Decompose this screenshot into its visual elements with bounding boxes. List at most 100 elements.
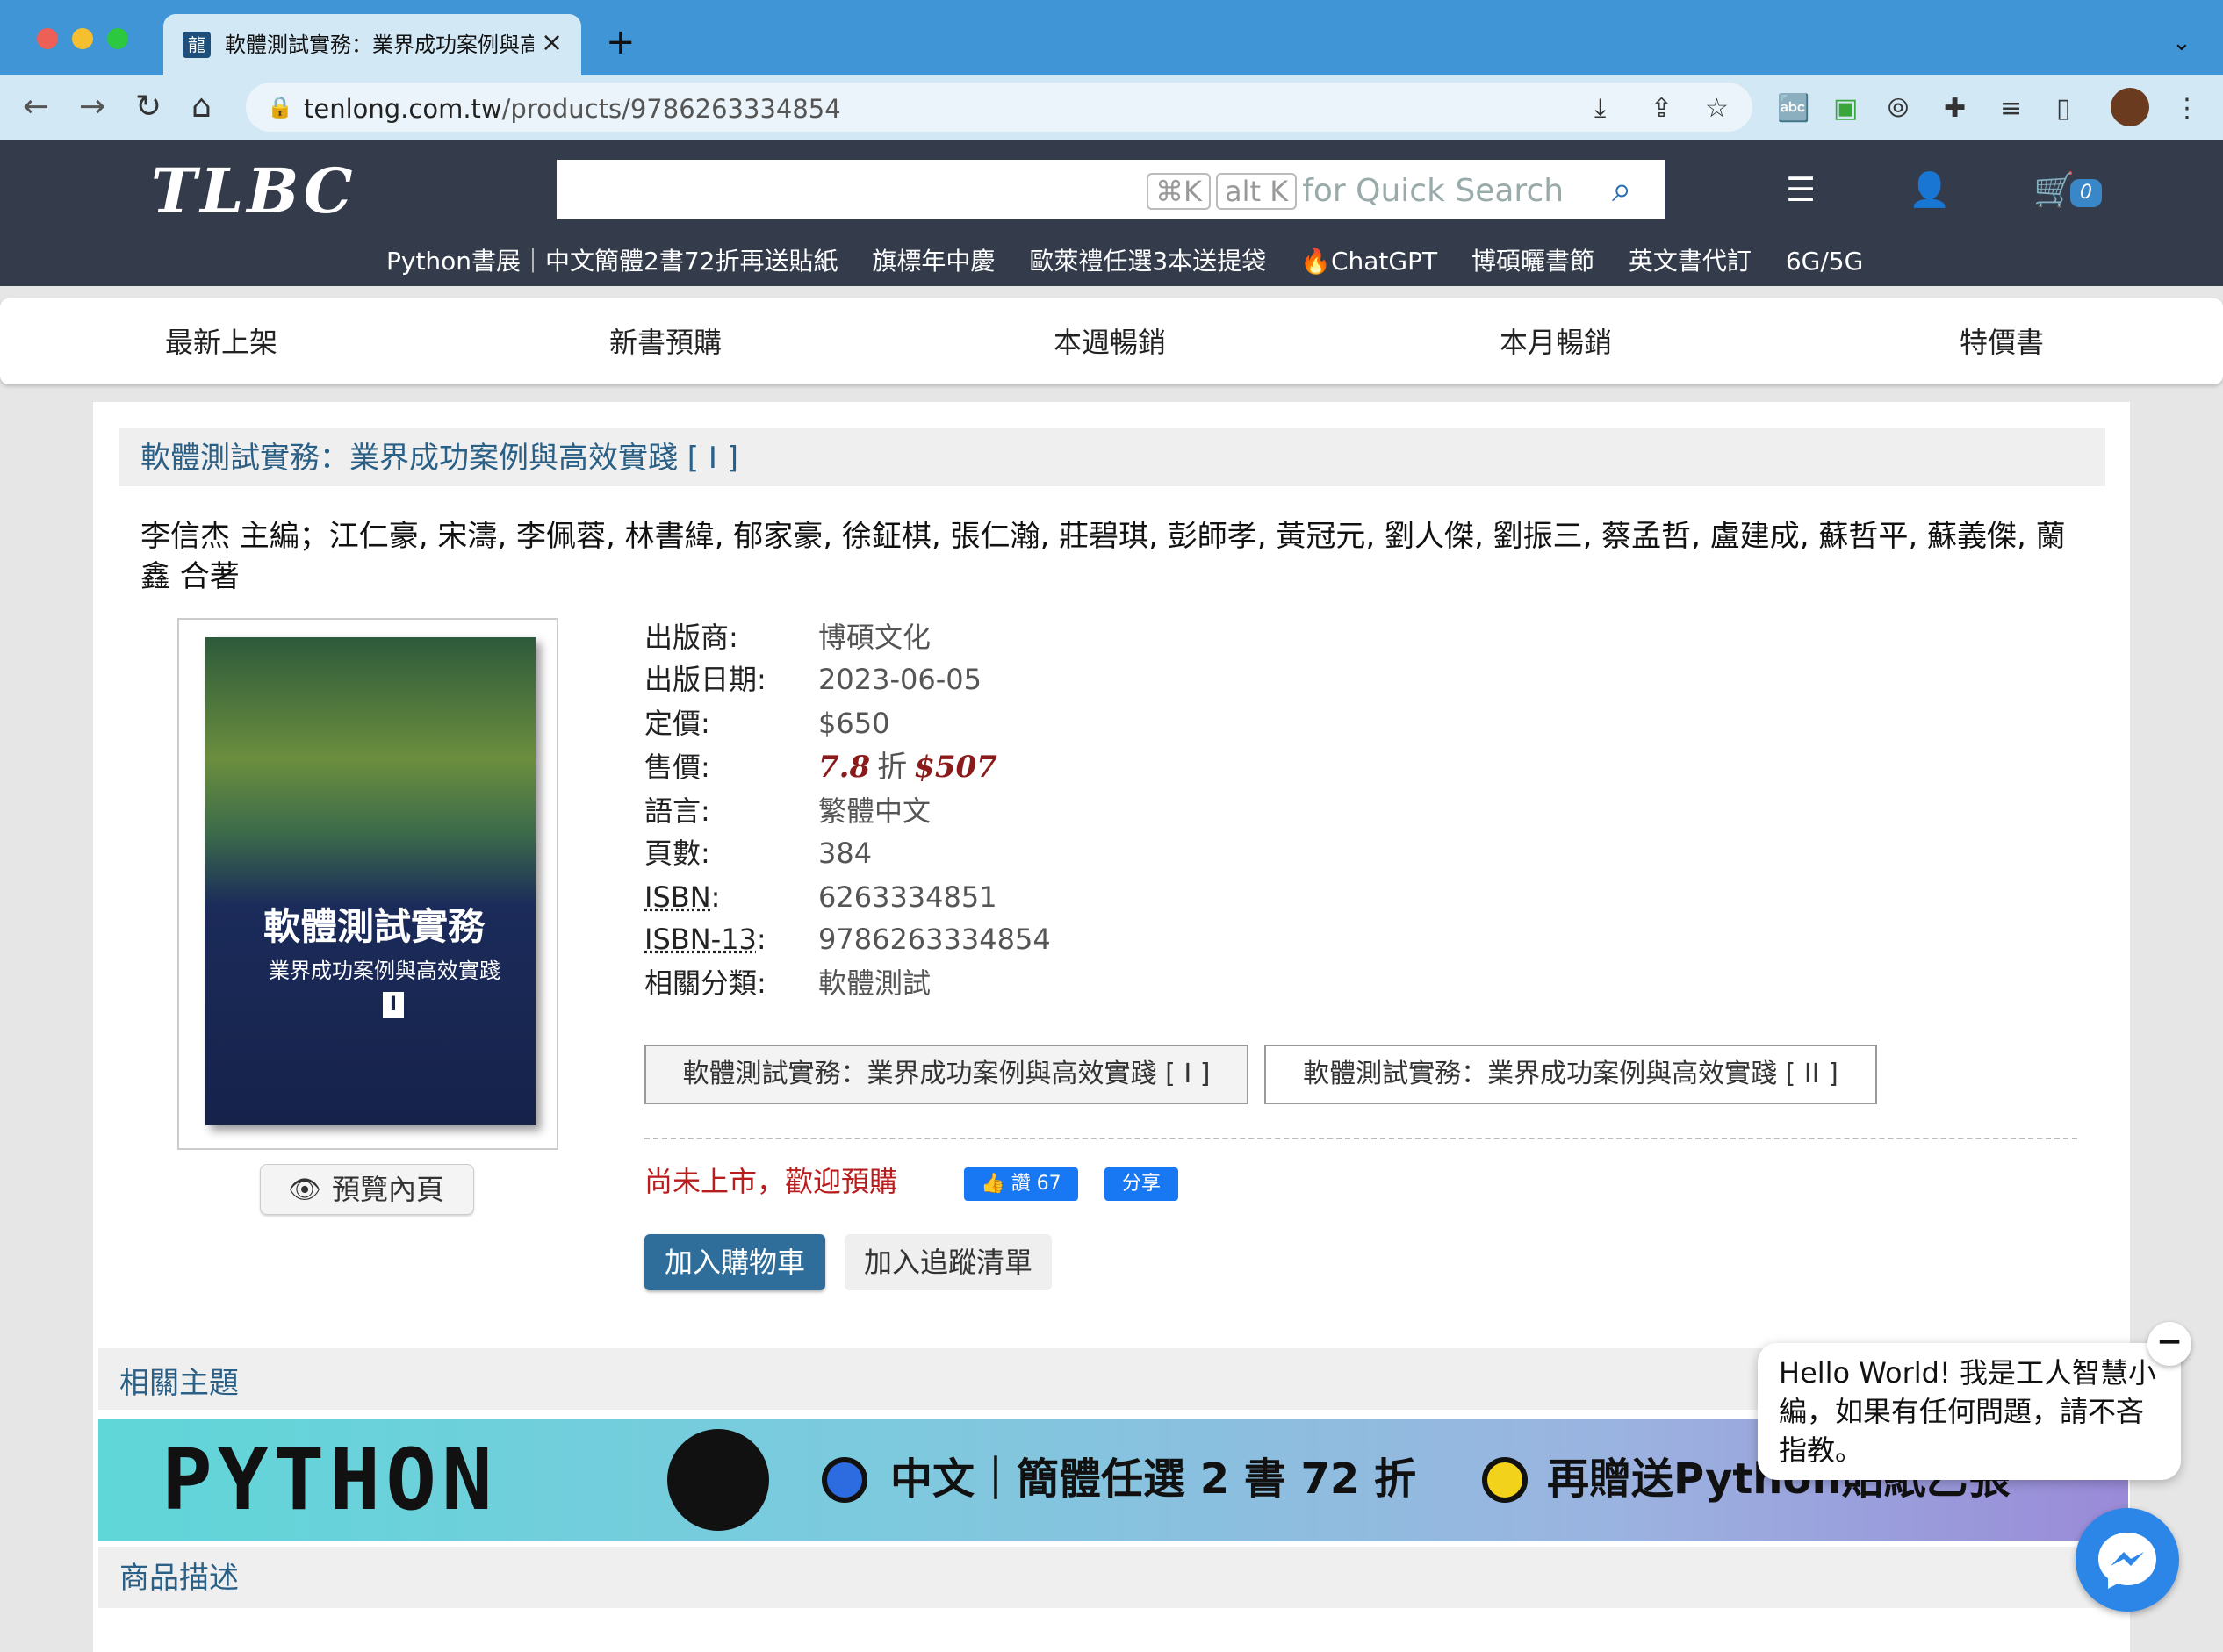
add-to-cart-button[interactable]: 加入購物車 [644,1234,825,1290]
share-icon[interactable]: ⇪ [1651,91,1673,126]
add-to-wishlist-button[interactable]: 加入追蹤清單 [845,1234,1052,1290]
banner-blue-dot-icon [822,1457,867,1503]
promo-link-drmaster[interactable]: 博碩曬書節 [1471,247,1594,276]
isbn-value: 6263334851 [818,880,997,914]
description-section-title: 商品描述 [119,1561,239,1596]
nav-specials[interactable]: 特價書 [1960,323,2044,362]
bookmark-star-icon[interactable]: ☆ [1705,91,1729,126]
nav-weekly-bestsellers[interactable]: 本週暢銷 [1054,323,1166,362]
cart-count-badge[interactable]: 0 [2070,179,2102,207]
site-logo[interactable]: TLBC [151,156,406,226]
side-panel-icon[interactable]: ▯ [2056,91,2071,126]
tab-search-chevron-icon[interactable]: ⌄ [2172,30,2191,56]
media-queue-icon[interactable]: ≡ [2000,91,2022,126]
preview-label: 預覽內頁 [332,1173,445,1206]
date-value: 2023-06-05 [818,663,982,696]
product-authors: 李信杰 主編；江仁豪, 宋濤, 李佩蓉, 林書緯, 郁家豪, 徐鉦棋, 張仁瀚,… [140,519,2066,594]
python-snake-icon [667,1429,769,1531]
pages-label: 頁數: [644,837,710,870]
nav-new-arrivals[interactable]: 最新上架 [165,323,277,362]
back-arrow-icon[interactable]: ← [23,88,49,126]
url-host: tenlong.com.tw [304,94,502,124]
window-close-button[interactable] [37,28,58,49]
language-label: 語言: [644,794,710,828]
description-section-bar [98,1547,2128,1608]
green-extension-icon[interactable]: ▣ [1833,91,1858,126]
volume-2-button[interactable]: 軟體測試實務：業界成功案例與高效實踐 [ II ] [1264,1045,1877,1104]
search-icon[interactable]: ⌕ [1612,170,1631,209]
category-label: 相關分類: [644,966,766,1000]
new-tab-button[interactable]: + [606,23,636,61]
window-minimize-button[interactable] [72,28,93,49]
browser-menu-icon[interactable]: ⋮ [2174,91,2200,126]
nav-monthly-bestsellers[interactable]: 本月暢銷 [1500,323,1612,362]
tab-title: 軟體測試實務：業界成功案例與高效實踐 [225,32,534,57]
product-title: 軟體測試實務：業界成功案例與高效實踐 [ I ] [140,441,738,476]
isbn13-label: ISBN-13: [644,923,766,956]
home-icon[interactable]: ⌂ [191,88,212,126]
nav-preorder[interactable]: 新書預購 [609,323,722,362]
date-label: 出版日期: [644,663,766,696]
code-extension-icon[interactable]: ⦾ [1888,91,1909,126]
sale-price-label: 售價: [644,751,710,784]
discount-unit: 折 [877,750,908,785]
install-icon[interactable]: ⤓ [1594,91,1606,126]
menu-list-icon[interactable]: ☰ [1786,170,1816,209]
pages-value: 384 [818,837,873,870]
cover-subtitle: 業界成功案例與高效實踐 [269,959,500,983]
related-section-title: 相關主題 [119,1366,239,1401]
eye-icon: 👁 [288,1174,322,1205]
hint-key-cmd: ⌘K [1147,173,1211,210]
promo-link-python[interactable]: Python書展｜中文簡體2書72折再送貼紙 [386,247,838,276]
publisher-label: 出版商: [644,621,738,654]
sale-price: 7.8 折 $507 [818,748,997,786]
window-zoom-button[interactable] [107,28,128,49]
isbn13-value: 9786263334854 [818,923,1051,956]
language-value: 繁體中文 [818,794,932,828]
banner-python-logo: PYTHON [162,1431,498,1529]
lock-icon[interactable]: 🔒 [267,95,293,119]
user-add-icon[interactable]: 👤 [1909,170,1950,209]
profile-avatar[interactable] [2111,88,2149,126]
chat-minimize-button[interactable]: − [2147,1322,2191,1366]
divider [644,1138,2077,1139]
tab-close-icon[interactable]: × [541,28,563,58]
facebook-share-button[interactable]: 分享 [1104,1167,1178,1201]
promo-link-chatgpt[interactable]: 🔥ChatGPT [1300,247,1437,276]
reload-icon[interactable]: ↻ [135,88,162,126]
promo-link-oreilly[interactable]: 歐萊禮任選3本送提袋 [1029,247,1266,276]
like-count: 讚 67 [1011,1173,1061,1195]
cart-icon[interactable]: 🛒 [2033,170,2075,209]
messenger-icon [2098,1533,2156,1589]
cover-volume: I [383,992,404,1018]
isbn-abbr: ISBN [644,880,711,914]
isbn-label: ISBN: [644,880,721,914]
extensions-puzzle-icon[interactable]: ✚ [1944,91,1966,126]
forward-arrow-icon[interactable]: → [79,88,105,126]
volume-1-button[interactable]: 軟體測試實務：業界成功案例與高效實踐 [ I ] [644,1045,1248,1104]
banner-yellow-dot-icon [1482,1457,1528,1503]
facebook-like-button[interactable]: 👍 讚 67 [964,1167,1078,1201]
chat-message: Hello World! 我是工人智慧小編，如果有任何問題，請不吝指教。 [1779,1356,2156,1467]
list-price-value: $650 [818,707,890,740]
hint-key-alt: alt K [1215,173,1298,210]
book-cover-image[interactable] [205,637,536,1125]
promo-link-6g5g[interactable]: 6G/5G [1786,247,1863,276]
category-value[interactable]: 軟體測試 [818,964,931,1002]
promo-links: Python書展｜中文簡體2書72折再送貼紙 旗標年中慶 歐萊禮任選3本送提袋 … [386,242,1889,281]
cover-title: 軟體測試實務 [263,905,486,948]
list-price-label: 定價: [644,707,710,740]
isbn13-abbr: ISBN-13 [644,923,757,956]
discount-value: 7.8 [818,750,871,785]
quick-search-hint: ⌘K alt Kfor Quick Search [1147,172,1564,211]
publisher-value[interactable]: 博碩文化 [818,618,931,657]
url-path: /products/9786263334854 [501,94,841,124]
banner-text-discount: 中文｜簡體任選 2 書 72 折 [890,1454,1417,1504]
translate-extension-icon[interactable]: 🔤 [1777,91,1809,126]
hint-text: for Quick Search [1302,173,1565,209]
tab-favicon-icon: 龍 [183,32,211,58]
promo-link-english-books[interactable]: 英文書代訂 [1629,247,1752,276]
sale-price-value: $507 [914,750,997,785]
url-text[interactable]: tenlong.com.tw/products/9786263334854 [304,91,841,126]
promo-link-flag[interactable]: 旗標年中慶 [872,247,995,276]
